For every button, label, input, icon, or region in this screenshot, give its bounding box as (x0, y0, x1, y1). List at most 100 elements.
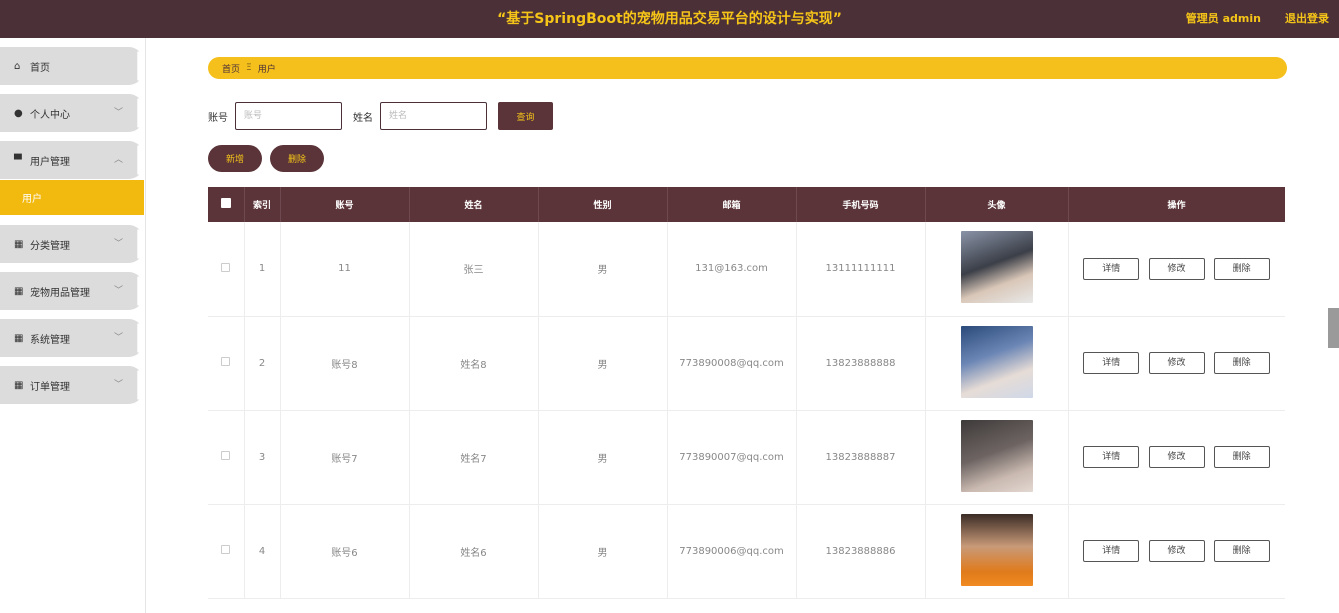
column-header: 邮箱 (667, 187, 797, 222)
cell-index: 3 (244, 410, 281, 505)
chevron-down-icon: ﹀ (113, 333, 123, 343)
cell-gender: 男 (538, 410, 668, 505)
sidebar-item-system[interactable]: ▦ 系统管理 ﹀ (0, 319, 143, 357)
cell-name: 张三 (409, 222, 539, 317)
edit-button[interactable]: 修改 (1148, 540, 1205, 562)
sidebar-item-label: 系统管理 (30, 334, 70, 346)
account-label: 账号 (208, 113, 228, 124)
query-button[interactable]: 查询 (498, 102, 553, 130)
row-checkbox[interactable] (221, 262, 231, 272)
chevron-up-icon: ︿ (113, 155, 123, 165)
scrollbar-thumb[interactable] (1328, 308, 1339, 348)
cell-phone: 13823888888 (796, 316, 926, 411)
avatar (960, 325, 1033, 398)
cell-account: 账号6 (280, 504, 410, 599)
sidebar-item-profile[interactable]: ● 个人中心 ﹀ (0, 94, 143, 132)
batch-delete-button[interactable]: 删除 (270, 145, 324, 172)
delete-button[interactable]: 删除 (1213, 446, 1270, 468)
name-label: 姓名 (353, 113, 373, 124)
top-bar: “基于SpringBoot的宠物用品交易平台的设计与实现” 管理员 admin … (0, 0, 1339, 38)
app-title: “基于SpringBoot的宠物用品交易平台的设计与实现” (497, 11, 842, 27)
users-manage-icon: ▀ (14, 154, 22, 166)
sidebar-item-label: 首页 (30, 62, 50, 74)
sidebar: ⌂ 首页 ● 个人中心 ﹀ ▀ 用户管理 ︿ 用户 ▦ 分类管理 ﹀ ▦ 宠物用… (0, 38, 146, 613)
users-table: 索引 账号 姓名 性别 邮箱 手机号码 头像 操作 1 11 张三 男 131@… (208, 187, 1285, 613)
grid-icon: ▦ (14, 379, 24, 391)
sidebar-item-orders[interactable]: ▦ 订单管理 ﹀ (0, 366, 143, 404)
account-search-input[interactable] (235, 102, 342, 130)
breadcrumb-home[interactable]: 首页 (222, 62, 240, 75)
edit-button[interactable]: 修改 (1148, 257, 1205, 280)
admin-user-label: 管理员 admin (1185, 12, 1261, 25)
detail-button[interactable]: 详情 (1083, 446, 1140, 468)
cell-phone: 13111111111 (796, 222, 926, 317)
table-row: 3 账号7 姓名7 男 773890007@qq.com 13823888887… (208, 410, 1285, 505)
breadcrumb: 首页 Ξ 用户 (208, 57, 1287, 79)
name-search-input[interactable] (380, 102, 487, 130)
delete-button[interactable]: 删除 (1213, 257, 1270, 280)
column-header: 账号 (280, 187, 410, 222)
grid-icon: ▦ (14, 332, 24, 344)
home-icon: ⌂ (14, 60, 21, 72)
breadcrumb-current: 用户 (257, 64, 276, 75)
cell-name: 姓名6 (409, 504, 539, 599)
table-row: 2 账号8 姓名8 男 773890008@qq.com 13823888888… (208, 316, 1285, 411)
column-header: 索引 (244, 187, 281, 222)
sidebar-item-label: 用户管理 (30, 156, 70, 168)
table-row: 1 11 张三 男 131@163.com 13111111111 详情 修改 … (208, 222, 1285, 317)
add-button[interactable]: 新增 (208, 145, 262, 172)
sidebar-item-pet-products[interactable]: ▦ 宠物用品管理 ﹀ (0, 272, 143, 310)
chevron-down-icon: ﹀ (113, 108, 123, 118)
table-header-row: 索引 账号 姓名 性别 邮箱 手机号码 头像 操作 (208, 187, 1285, 222)
sidebar-item-label: 个人中心 (30, 109, 70, 121)
cell-phone: 13823888887 (796, 410, 926, 505)
cell-email: 131@163.com (667, 222, 797, 317)
row-checkbox[interactable] (221, 451, 231, 460)
avatar (960, 513, 1033, 586)
cell-index: 4 (244, 504, 281, 599)
delete-button[interactable]: 删除 (1213, 540, 1270, 562)
column-header: 操作 (1068, 187, 1285, 222)
breadcrumb-separator: Ξ (246, 63, 252, 73)
sidebar-item-label: 订单管理 (30, 381, 70, 393)
edit-button[interactable]: 修改 (1148, 352, 1205, 374)
grid-icon: ▦ (14, 238, 24, 250)
select-all-checkbox[interactable] (220, 198, 231, 208)
table-row: 4 账号6 姓名6 男 773890006@qq.com 13823888886… (208, 504, 1285, 599)
cell-account: 账号8 (280, 316, 410, 411)
cell-name: 姓名8 (409, 316, 539, 411)
select-all-cell[interactable] (208, 187, 245, 222)
grid-icon: ▦ (14, 285, 24, 297)
detail-button[interactable]: 详情 (1083, 257, 1140, 280)
edit-button[interactable]: 修改 (1148, 446, 1205, 468)
cell-email: 773890008@qq.com (667, 316, 797, 411)
column-header: 姓名 (409, 187, 539, 222)
cell-index: 1 (244, 222, 281, 317)
detail-button[interactable]: 详情 (1083, 540, 1140, 562)
cell-phone: 13823888886 (796, 504, 926, 599)
sidebar-item-label: 分类管理 (30, 240, 70, 252)
logout-link[interactable]: 退出登录 (1285, 10, 1329, 26)
sidebar-item-user-management[interactable]: ▀ 用户管理 ︿ (0, 141, 143, 179)
cell-account: 账号7 (280, 410, 410, 505)
delete-button[interactable]: 删除 (1213, 352, 1270, 374)
cell-account: 11 (280, 222, 410, 317)
detail-button[interactable]: 详情 (1083, 352, 1140, 374)
cell-email: 773890007@qq.com (667, 410, 797, 505)
chevron-down-icon: ﹀ (113, 239, 123, 249)
avatar (960, 231, 1033, 304)
cell-gender: 男 (538, 222, 668, 317)
sidebar-item-label: 宠物用品管理 (30, 287, 90, 299)
chevron-down-icon: ﹀ (113, 286, 123, 296)
row-checkbox[interactable] (221, 545, 231, 554)
chevron-down-icon: ﹀ (113, 380, 123, 390)
sidebar-item-category[interactable]: ▦ 分类管理 ﹀ (0, 225, 143, 263)
column-header: 性别 (538, 187, 668, 222)
avatar (960, 419, 1033, 492)
user-icon: ● (14, 107, 23, 119)
sidebar-item-home[interactable]: ⌂ 首页 (0, 47, 143, 85)
sidebar-subitem-users[interactable]: 用户 (0, 180, 144, 215)
row-checkbox[interactable] (221, 357, 231, 366)
cell-gender: 男 (538, 316, 668, 411)
cell-gender: 男 (538, 504, 668, 599)
